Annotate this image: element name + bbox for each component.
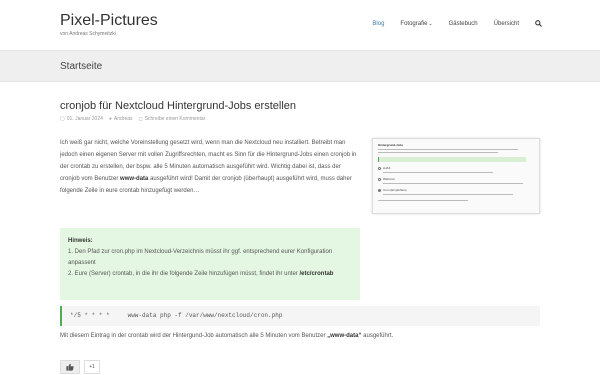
hint-line-2: 2. Eure (Server) crontab, in die ihr die… xyxy=(68,269,352,280)
site-tagline: von Andreas Schymeitzki xyxy=(60,31,116,37)
screenshot-option-label: Cron (Empfohlen) xyxy=(383,188,407,192)
user-icon: ● xyxy=(108,116,112,122)
para-bold-user: www-data xyxy=(120,176,149,182)
post-note: Mit diesem Eintrag in der crontab wird d… xyxy=(60,333,393,339)
nav-item-gaestebuch[interactable]: Gästebuch xyxy=(449,21,478,27)
screenshot-text-line xyxy=(383,183,523,184)
screenshot-text-line xyxy=(378,152,498,153)
screenshot-text-line xyxy=(383,172,493,173)
screenshot-radio xyxy=(378,167,381,170)
screenshot-radio xyxy=(378,178,381,181)
screenshot-text-line xyxy=(383,194,513,195)
hint-box: Hinweis: 1. Den Pfad zur cron.php im Nex… xyxy=(60,228,360,300)
like-count: +1 xyxy=(84,360,100,374)
screenshot-text-line xyxy=(378,200,468,201)
page-title: Startseite xyxy=(60,61,103,72)
comment-link-text: Schreibe einen Kommentar xyxy=(144,116,206,122)
search-icon[interactable] xyxy=(535,20,542,27)
note-text-pre: Mit diesem Eintrag in der crontab wird d… xyxy=(60,333,326,339)
main-nav: Blog Fotografie⌄ Gästebuch Übersicht xyxy=(372,20,542,27)
nav-item-uebersicht[interactable]: Übersicht xyxy=(494,21,519,27)
screenshot-text-line xyxy=(378,149,518,150)
nav-item-blog[interactable]: Blog xyxy=(372,21,384,27)
code-block[interactable]: */5 * * * * www-data php -f /var/www/nex… xyxy=(60,306,540,326)
comment-link[interactable]: ◻ Schreibe einen Kommentar xyxy=(139,116,206,122)
site-title[interactable]: Pixel-Pictures xyxy=(60,12,158,30)
screenshot-title: Hintergrund-Jobs xyxy=(378,143,404,147)
calendar-icon: ▢ xyxy=(60,116,65,122)
post-date-text: 01. Januar 2024 xyxy=(66,116,103,122)
screenshot-option-label: AJAX xyxy=(383,166,391,170)
nav-item-fotografie[interactable]: Fotografie⌄ xyxy=(400,21,432,27)
post-title[interactable]: cronjob für Nextcloud Hintergrund-Jobs e… xyxy=(60,100,296,112)
screenshot-radio-selected xyxy=(378,189,381,192)
nav-item-label: Fotografie xyxy=(400,20,428,27)
screenshot-status-bar xyxy=(378,157,526,162)
like-button[interactable] xyxy=(60,360,80,374)
post-meta: ▢ 01. Januar 2024 ● Andreas ◻ Schreibe eine… xyxy=(60,116,205,122)
hint-line-2-text: 2. Eure (Server) crontab, in die ihr die… xyxy=(68,271,298,277)
note-text-post: ausgeführt. xyxy=(363,333,394,339)
chevron-down-icon: ⌄ xyxy=(428,20,433,27)
post-paragraph: Ich weiß gar nicht, welche Voreinstellun… xyxy=(60,137,360,197)
hint-path: /etc/crontab xyxy=(299,271,334,277)
thumbs-up-icon xyxy=(66,363,74,371)
screenshot-option-label: Webcron xyxy=(383,177,395,181)
post-author-text: Andreas xyxy=(113,116,133,122)
site-header: Pixel-Pictures von Andreas Schymeitzki B… xyxy=(0,0,600,50)
post-author[interactable]: ● Andreas xyxy=(109,116,133,122)
post-date[interactable]: ▢ 01. Januar 2024 xyxy=(60,116,103,122)
comment-icon: ◻ xyxy=(138,116,143,122)
note-bold-user: „www-data“ xyxy=(327,333,362,339)
page-title-band: Startseite xyxy=(0,50,600,82)
settings-screenshot[interactable]: Hintergrund-Jobs AJAX Webcron Cron (Empf… xyxy=(372,138,540,214)
hint-line-1: 1. Den Pfad zur cron.php im Nextcloud-Ve… xyxy=(68,249,333,266)
hint-title: Hinweis: xyxy=(68,238,93,244)
